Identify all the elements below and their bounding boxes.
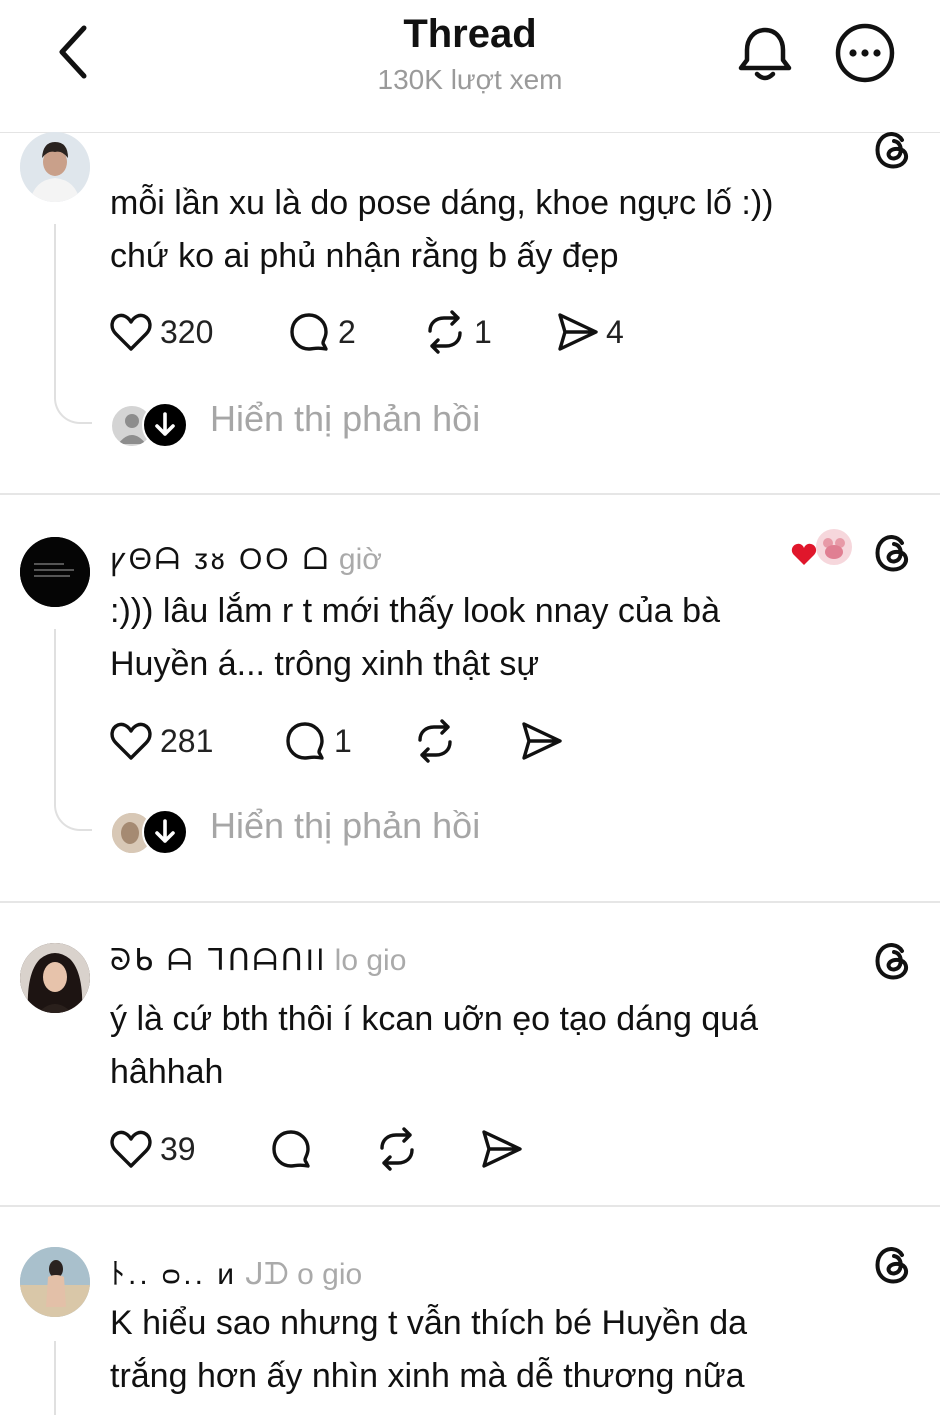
threads-logo-icon xyxy=(875,132,909,169)
like-count: 39 xyxy=(160,1130,196,1167)
avatar[interactable] xyxy=(20,943,90,1013)
username[interactable]: ﾄ.. ᴑ.. ᴎ ᒍᗪ ο gio xyxy=(110,1249,362,1293)
repost-count: 1 xyxy=(474,313,492,350)
username[interactable]: ꝩΘᗩ ᴣᴕ ΟΟ ᗝ giờ xyxy=(110,537,382,578)
page-title: Thread xyxy=(403,12,537,56)
comment-count: 2 xyxy=(338,313,356,350)
share-button[interactable]: 4 xyxy=(554,308,624,356)
post-text: ý là cứ bth thôi í kcan uỡn ẹo tạo dáng … xyxy=(110,993,900,1099)
comment-button[interactable]: 2 xyxy=(286,308,356,356)
comment-icon xyxy=(290,313,328,351)
comment-count: 1 xyxy=(334,722,352,759)
thread-connector xyxy=(54,1341,56,1415)
like-count: 320 xyxy=(160,313,214,350)
avatar[interactable] xyxy=(20,537,90,607)
send-icon xyxy=(482,1130,522,1168)
heart-icon xyxy=(110,722,152,760)
more-circle-icon[interactable] xyxy=(834,22,896,84)
threads-logo-icon xyxy=(875,943,909,980)
repost-button[interactable] xyxy=(374,1125,420,1173)
thread-connector xyxy=(54,629,56,801)
heart-icon xyxy=(110,1130,152,1168)
username-text: ᘐᑲ ᗩ ᒣᑎᗩᑎIl xyxy=(110,944,327,977)
post-text-line: ý là cứ bth thôi í kcan uỡn ẹo tạo dáng … xyxy=(110,1000,759,1038)
post-text-line: mỗi lần xu là do pose dáng, khoe ngực lố… xyxy=(110,184,774,222)
comment-button[interactable] xyxy=(268,1125,314,1173)
post-text-line: :))) lâu lắm r t mới thấy look nnay của … xyxy=(110,592,720,630)
repost-button[interactable] xyxy=(412,717,458,765)
share-button[interactable] xyxy=(478,1125,524,1173)
avatar[interactable] xyxy=(20,1247,90,1317)
post-time: giờ xyxy=(338,543,382,576)
show-replies-label: Hiển thị phản hồi xyxy=(210,398,481,439)
repost-icon xyxy=(418,719,452,763)
post-text-line: trắng hơn ấy nhìn xinh mà dễ thương nữa xyxy=(110,1357,745,1395)
send-icon xyxy=(558,313,598,351)
repost-icon xyxy=(428,310,462,354)
action-bar: 281 1 xyxy=(108,717,578,765)
thread-reply: ꝩΘᗩ ᴣᴕ ΟΟ ᗝ giờ :))) lâu lắm r t mới thấy… xyxy=(0,495,940,901)
comment-icon xyxy=(286,722,324,760)
share-count: 4 xyxy=(606,313,624,350)
thread-connector xyxy=(54,224,56,394)
username[interactable]: ᘐᑲ ᗩ ᒣᑎᗩᑎIl lo gio xyxy=(110,943,406,978)
post-text: mỗi lần xu là do pose dáng, khoe ngực lố… xyxy=(110,177,900,283)
arrow-down-icon xyxy=(155,412,175,436)
threads-logo-icon xyxy=(875,1247,909,1284)
thread-reply: ᘐᑲ ᗩ ᒣᑎᗩᑎIl lo gio ý là cứ bth thôi í kca… xyxy=(0,903,940,1207)
comment-icon xyxy=(272,1130,310,1168)
show-replies-button[interactable]: Hiển thị phản hồi xyxy=(110,398,530,448)
action-bar: 39 xyxy=(108,1125,538,1173)
post-text: :))) lâu lắm r t mới thấy look nnay của … xyxy=(110,585,900,691)
threads-logo-icon xyxy=(875,535,909,572)
top-bar: Thread 130K lượt xem xyxy=(0,0,940,132)
thread-connector-curve xyxy=(54,801,92,831)
comment-button[interactable]: 1 xyxy=(282,717,352,765)
post-text-line: Huyền á... trông xinh thật sự xyxy=(110,645,540,683)
thread-reply: ﾄ.. ᴑ.. ᴎ ᒍᗪ ο gio K hiểu sao nhưng t vẫn… xyxy=(0,1207,940,1415)
username-text: ꝩΘᗩ ᴣᴕ ΟΟ ᗝ xyxy=(110,543,331,576)
bell-icon[interactable] xyxy=(735,22,795,84)
heart-icon xyxy=(110,313,152,351)
post-text-line: chứ ko ai phủ nhận rằng b ấy đẹp xyxy=(110,237,619,275)
post-time: ᒍᗪ ο gio xyxy=(245,1258,363,1291)
post-time: lo gio xyxy=(334,944,407,977)
username-text: ﾄ.. ᴑ.. ᴎ xyxy=(110,1258,238,1291)
arrow-down-icon xyxy=(155,819,175,843)
thread-reply: mỗi lần xu là do pose dáng, khoe ngực lố… xyxy=(0,132,940,494)
repost-button[interactable]: 1 xyxy=(422,308,492,356)
thread-connector-curve xyxy=(54,394,92,424)
post-text-line: K hiểu sao nhưng t vẫn thích bé Huyền da xyxy=(110,1304,748,1342)
action-bar: 320 2 1 4 xyxy=(108,308,668,356)
like-button[interactable]: 39 xyxy=(108,1125,196,1173)
share-button[interactable] xyxy=(518,717,564,765)
show-replies-button[interactable]: Hiển thị phản hồi xyxy=(110,805,530,855)
like-button[interactable]: 320 xyxy=(108,308,213,356)
like-button[interactable]: 281 xyxy=(108,717,213,765)
like-count: 281 xyxy=(160,722,214,759)
show-replies-label: Hiển thị phản hồi xyxy=(210,805,481,846)
post-text: K hiểu sao nhưng t vẫn thích bé Huyền da… xyxy=(110,1297,900,1403)
heart-icon xyxy=(791,543,817,565)
repost-icon xyxy=(380,1127,414,1171)
avatar[interactable] xyxy=(20,132,90,202)
arrow-down-badge xyxy=(142,809,188,855)
view-count: 130K lượt xem xyxy=(377,64,563,95)
arrow-down-badge xyxy=(142,402,188,448)
reaction-badge xyxy=(791,527,854,567)
post-text-line: hâhhah xyxy=(110,1053,224,1091)
send-icon xyxy=(522,722,562,760)
